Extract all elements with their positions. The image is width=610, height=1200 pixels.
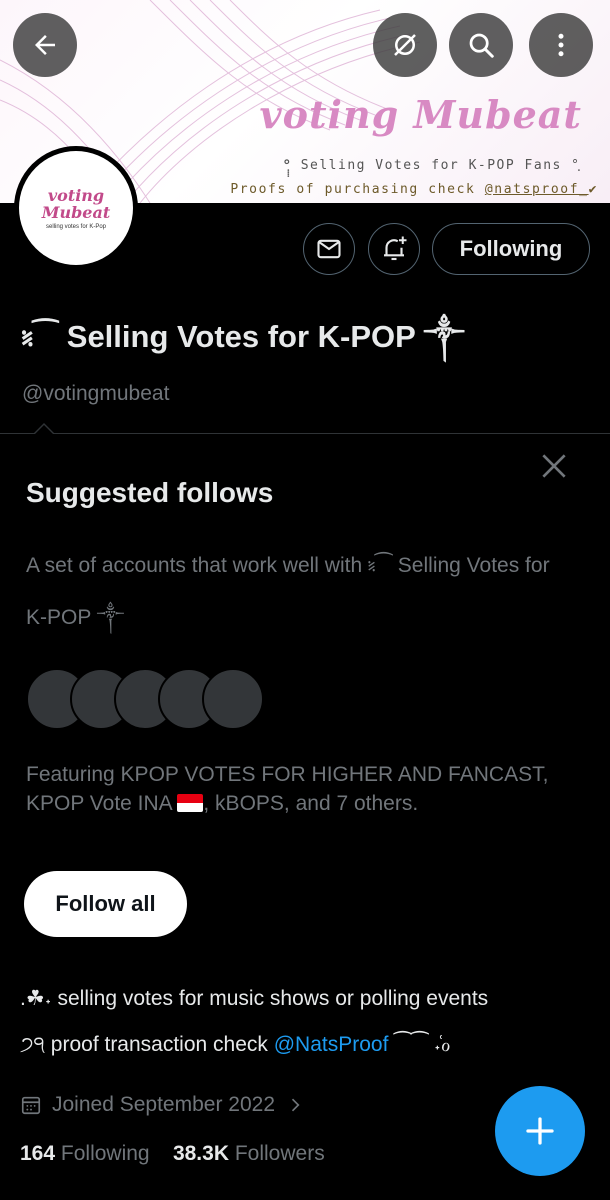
avatar[interactable]: voting Mubeat selling votes for K-Pop <box>14 146 138 270</box>
eye-off-icon <box>394 34 416 56</box>
avatar-text-line2: Mubeat <box>41 202 111 222</box>
close-icon[interactable] <box>538 450 570 482</box>
banner-subtitle: °ฺฺฺฺ Selling Votes for K-POP Fans °ฺ <box>283 158 582 173</box>
followers-count-link[interactable]: 38.3K Followers <box>173 1142 325 1165</box>
handle: @votingmubeat <box>22 382 170 405</box>
compose-button[interactable] <box>495 1086 585 1176</box>
plus-icon <box>526 1117 554 1145</box>
suggested-follows-title: Suggested follows <box>26 477 274 508</box>
bio-line-1: .☘︎˖ selling votes for music shows or po… <box>20 987 489 1010</box>
search-button[interactable] <box>449 13 513 77</box>
more-button[interactable] <box>529 13 593 77</box>
indonesia-flag-icon <box>177 794 204 812</box>
featuring-text: Featuring KPOP VOTES FOR HIGHER AND FANC… <box>26 763 549 815</box>
following-button[interactable]: Following <box>432 223 590 275</box>
back-arrow-icon <box>35 35 55 55</box>
banner-title: voting Mubeat <box>259 92 582 137</box>
hide-button[interactable] <box>373 13 437 77</box>
calendar-icon <box>21 1096 41 1115</box>
search-icon <box>469 33 494 58</box>
following-count-link[interactable]: 164 Following <box>20 1142 150 1165</box>
chevron-right-icon <box>291 1098 300 1112</box>
follow-all-button[interactable]: Follow all <box>24 871 187 937</box>
notifications-button[interactable] <box>368 223 420 275</box>
joined-date[interactable]: Joined September 2022 <box>20 1093 305 1117</box>
bio-mention-link[interactable]: @NatsProof <box>274 1033 389 1056</box>
joined-label: Joined September 2022 <box>52 1093 275 1116</box>
bell-plus-icon <box>384 236 407 261</box>
suggested-avatars[interactable] <box>26 668 266 730</box>
back-button[interactable] <box>13 13 77 77</box>
display-name: ⹏⁀ Selling Votes for K-POP ༒ <box>22 319 465 354</box>
banner-proof-line: Proofs of purchasing check @natsproof_✔ <box>230 182 598 197</box>
divider <box>0 433 610 434</box>
mail-icon <box>317 239 341 259</box>
suggested-avatar <box>202 668 264 730</box>
avatar-text-line1: voting <box>47 185 105 205</box>
more-vertical-icon <box>558 33 564 57</box>
avatar-text-line3: selling votes for K-Pop <box>45 223 107 230</box>
bio-line-2: ੭੧ proof transaction check @NatsProof ⁀⁀… <box>20 1033 451 1056</box>
suggested-follows-description: A set of accounts that work well with ⹏⁀… <box>26 554 550 629</box>
message-button[interactable] <box>303 223 355 275</box>
follow-stats: 164 Following 38.3K Followers <box>20 1142 325 1166</box>
